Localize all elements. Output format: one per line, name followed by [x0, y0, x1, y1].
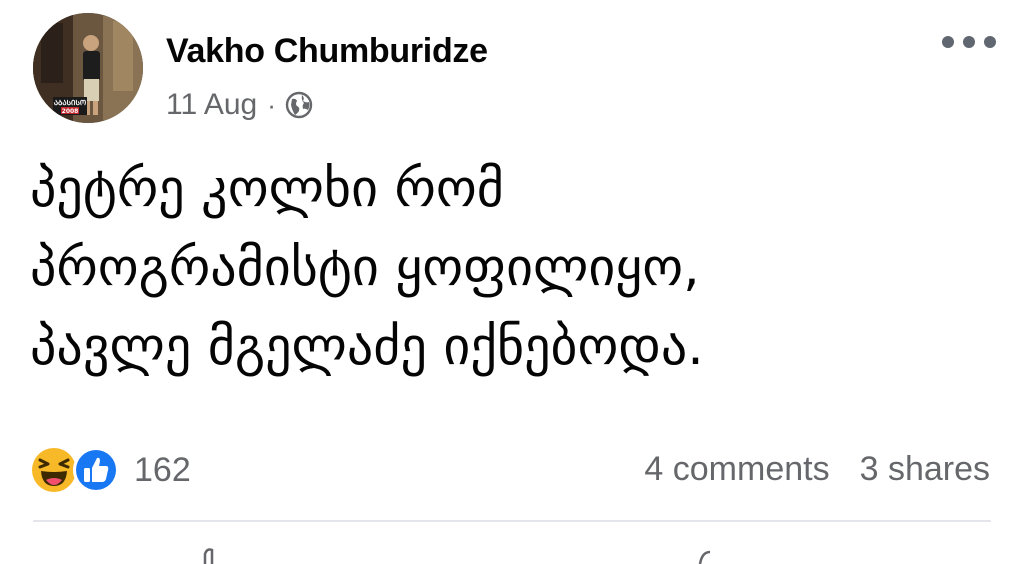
like-button-icon-partial [203, 548, 214, 564]
more-dot [963, 36, 975, 48]
facebook-post: ᲐᲑᲐᲡᲘᲡᲝ 2008 Vakho Chumburidze 11 Aug · … [0, 0, 1024, 564]
svg-text:ᲐᲑᲐᲡᲘᲡᲝ: ᲐᲑᲐᲡᲘᲡᲝ [54, 99, 86, 107]
comments-count-link[interactable]: 4 comments [644, 450, 829, 489]
avatar[interactable]: ᲐᲑᲐᲡᲘᲡᲝ 2008 [33, 13, 143, 123]
haha-icon [32, 448, 76, 492]
reaction-count: 162 [134, 450, 191, 489]
action-bar-partial [0, 540, 1024, 564]
more-dot [942, 36, 954, 48]
post-stats: 4 comments 3 shares [644, 450, 990, 489]
avatar-photo: ᲐᲑᲐᲡᲘᲡᲝ 2008 [33, 13, 143, 123]
meta-separator: · [267, 89, 276, 120]
divider [33, 520, 991, 522]
globe-icon[interactable] [284, 90, 314, 120]
reactions-summary[interactable]: 162 [30, 444, 191, 496]
like-icon [73, 447, 119, 493]
post-text: პეტრე კოლხი რომ პროგრამისტი ყოფილიყო, პა… [30, 150, 990, 387]
post-text-line: პროგრამისტი ყოფილიყო, [30, 238, 700, 298]
post-meta: 11 Aug · [166, 88, 314, 122]
author-name[interactable]: Vakho Chumburidze [166, 32, 488, 71]
more-dot [984, 36, 996, 48]
comment-button-icon-partial [698, 550, 711, 564]
svg-text:2008: 2008 [62, 108, 79, 115]
post-text-line: პავლე მგელაძე იქნებოდა. [30, 317, 704, 377]
shares-count-link[interactable]: 3 shares [860, 450, 990, 489]
reaction-icons [30, 446, 122, 494]
post-date[interactable]: 11 Aug [166, 88, 257, 122]
more-options-icon[interactable] [942, 28, 996, 56]
post-text-line: პეტრე კოლხი რომ [30, 159, 504, 219]
